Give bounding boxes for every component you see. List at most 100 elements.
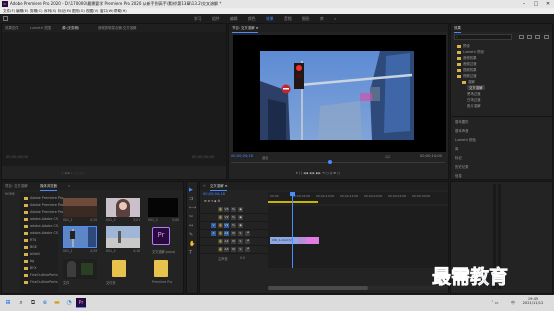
playhead-handle[interactable] bbox=[290, 192, 295, 196]
folder-icon[interactable] bbox=[154, 260, 168, 277]
media-thumbnail[interactable] bbox=[106, 198, 140, 217]
video-clip[interactable] bbox=[306, 237, 319, 244]
tray-icons[interactable]: ˄ ▭ ♪ bbox=[490, 298, 500, 311]
program-timeline-bar[interactable] bbox=[231, 162, 445, 163]
section-markers[interactable]: 标记 bbox=[455, 155, 462, 160]
media-thumbnail[interactable] bbox=[63, 226, 97, 248]
32bit-effects-icon[interactable] bbox=[527, 35, 532, 39]
tab-media-browser[interactable]: 媒体浏览器 bbox=[40, 182, 57, 191]
section-info[interactable]: 信息 bbox=[455, 173, 462, 178]
timeline-ruler[interactable]: 00;00 00;00;05;00 00;00;10;00 00;00;15;0… bbox=[268, 192, 448, 204]
source-patch-v1[interactable]: V bbox=[211, 223, 216, 228]
sync-icon[interactable]: ⇆ bbox=[231, 215, 236, 220]
work-area-bar[interactable] bbox=[268, 201, 318, 203]
mic-icon[interactable]: 🎤 bbox=[245, 231, 250, 236]
scrollbar-thumb[interactable] bbox=[268, 286, 368, 290]
section-lumetri-color[interactable]: Lumetri 颜色 bbox=[455, 137, 476, 142]
folder-item[interactable]: FineOutlineParts bbox=[24, 280, 58, 284]
pen-tool-icon[interactable]: ✎ bbox=[189, 232, 193, 238]
mute-button[interactable]: M bbox=[231, 231, 236, 236]
tree-item-cross-dissolve[interactable]: 交叉溶解 bbox=[467, 85, 485, 90]
lock-icon[interactable]: 🔒 bbox=[218, 223, 223, 228]
folder-item[interactable]: adobe-Adobe CS bbox=[24, 224, 58, 228]
mic-icon[interactable]: 🎤 bbox=[245, 247, 250, 252]
search-icon[interactable]: ⌕ bbox=[16, 298, 26, 308]
eye-icon[interactable]: ◉ bbox=[238, 223, 243, 228]
tree-item-dip-to-white[interactable]: 白场过渡 bbox=[467, 97, 481, 102]
folder-item[interactable]: bilibili bbox=[24, 252, 40, 256]
premiere-project-icon[interactable]: Pr bbox=[152, 227, 170, 245]
tree-item-film-dissolve[interactable]: 胶片溶解 bbox=[467, 103, 481, 108]
tab-sequence[interactable]: 交叉溶解 ≡ bbox=[210, 182, 228, 191]
workspace-audio[interactable]: 音频 bbox=[284, 14, 292, 23]
tab-more[interactable]: » bbox=[68, 182, 70, 190]
eye-icon[interactable]: ◉ bbox=[238, 215, 243, 220]
track-label-a2[interactable]: A2 bbox=[224, 239, 229, 244]
taskbar-clock[interactable]: 19:45 2021/11/12 bbox=[518, 297, 548, 305]
folder-item[interactable]: bg bbox=[24, 259, 34, 263]
media-thumbnail[interactable] bbox=[148, 198, 178, 217]
tree-item-audio-transitions[interactable]: 音频过渡 bbox=[457, 61, 477, 66]
solo-button[interactable]: S bbox=[238, 231, 243, 236]
media-thumbnail[interactable] bbox=[63, 259, 97, 279]
section-history[interactable]: 历史记录 bbox=[455, 164, 469, 169]
mute-button[interactable]: M bbox=[231, 247, 236, 252]
track-label-v3[interactable]: V3 bbox=[224, 207, 229, 212]
section-essential-sound[interactable]: 基本声音 bbox=[455, 128, 469, 133]
file-explorer-icon[interactable]: ▬ bbox=[52, 298, 62, 308]
close-button[interactable]: ✕ bbox=[542, 0, 554, 8]
tab-audio-clip-mixer[interactable]: 音频剪辑混合器:交叉溶解 bbox=[98, 24, 136, 32]
workspace-color[interactable]: 颜色 bbox=[248, 14, 256, 23]
tree-item-dissolve[interactable]: 溶解 bbox=[462, 79, 475, 84]
folder-item[interactable]: BGE bbox=[24, 245, 37, 249]
close-sequence-icon[interactable]: ✕ bbox=[203, 182, 206, 190]
mic-icon[interactable]: 🎤 bbox=[245, 239, 250, 244]
eye-icon[interactable]: ◉ bbox=[238, 207, 243, 212]
track-select-tool-icon[interactable]: ⇉ bbox=[189, 196, 193, 202]
timeline-scrollbar[interactable] bbox=[268, 286, 448, 290]
solo-button[interactable]: S bbox=[238, 239, 243, 244]
tab-effect-controls[interactable]: 效果控件 bbox=[5, 24, 19, 32]
folder-item[interactable]: adobe-Adobe CS bbox=[24, 217, 58, 221]
program-playhead[interactable] bbox=[328, 160, 332, 164]
program-resolution-select[interactable]: 1/2 bbox=[385, 155, 390, 159]
folder-item[interactable]: FineOutlineParts bbox=[24, 273, 58, 277]
tab-project[interactable]: 项目: 交叉溶解 bbox=[5, 182, 28, 190]
workspace-more[interactable]: » bbox=[334, 14, 336, 23]
premiere-taskbar-icon[interactable]: Pr bbox=[76, 298, 86, 308]
yuv-effects-icon[interactable] bbox=[535, 35, 540, 39]
program-fit-select[interactable]: 适合 bbox=[262, 155, 268, 160]
accelerated-effects-icon[interactable] bbox=[519, 35, 524, 39]
folder-item[interactable]: Adobe Premiere Pro bbox=[24, 210, 63, 214]
track-label-a3[interactable]: A3 bbox=[224, 247, 229, 252]
slip-tool-icon[interactable]: ↔ bbox=[189, 223, 193, 229]
input-language[interactable]: 中 bbox=[508, 298, 518, 308]
master-volume[interactable]: 0.0 bbox=[240, 256, 245, 260]
new-bin-icon[interactable] bbox=[544, 35, 549, 39]
media-thumbnail[interactable] bbox=[63, 198, 97, 217]
tab-effects[interactable]: 效果 bbox=[454, 24, 461, 33]
lock-icon[interactable]: 🔒 bbox=[218, 215, 223, 220]
track-label-v1[interactable]: V1 bbox=[224, 223, 229, 228]
edge-icon[interactable]: e bbox=[40, 298, 50, 308]
program-timecode[interactable]: 00;00;04;18 bbox=[231, 154, 253, 158]
folder-item[interactable]: Adobe Premiere Pro bbox=[24, 203, 63, 207]
maximize-button[interactable]: □ bbox=[530, 0, 542, 8]
tab-program[interactable]: 节目: 交叉溶解 ≡ bbox=[232, 24, 259, 33]
media-thumbnail[interactable] bbox=[106, 226, 140, 248]
sync-icon[interactable]: ⇆ bbox=[231, 207, 236, 212]
workspace-graphics[interactable]: 图形 bbox=[302, 14, 310, 23]
selection-tool-icon[interactable]: ▶ bbox=[189, 187, 193, 193]
solo-button[interactable]: S bbox=[238, 247, 243, 252]
razor-tool-icon[interactable]: ✂ bbox=[189, 214, 193, 220]
hand-tool-icon[interactable]: ✋ bbox=[189, 241, 195, 247]
minimize-button[interactable]: – bbox=[518, 0, 530, 8]
sync-icon[interactable]: ⇆ bbox=[231, 223, 236, 228]
workspace-effects[interactable]: 效果 bbox=[266, 14, 274, 23]
workspace-libraries[interactable]: 库 bbox=[320, 14, 324, 23]
folder-item[interactable]: BFX bbox=[24, 266, 37, 270]
workspace-editing[interactable]: 编辑 bbox=[230, 14, 238, 23]
tree-item-audio-effects[interactable]: 音频效果 bbox=[457, 55, 477, 60]
home-icon[interactable] bbox=[3, 16, 8, 21]
effects-search-input[interactable]: ⌕ bbox=[454, 34, 512, 40]
